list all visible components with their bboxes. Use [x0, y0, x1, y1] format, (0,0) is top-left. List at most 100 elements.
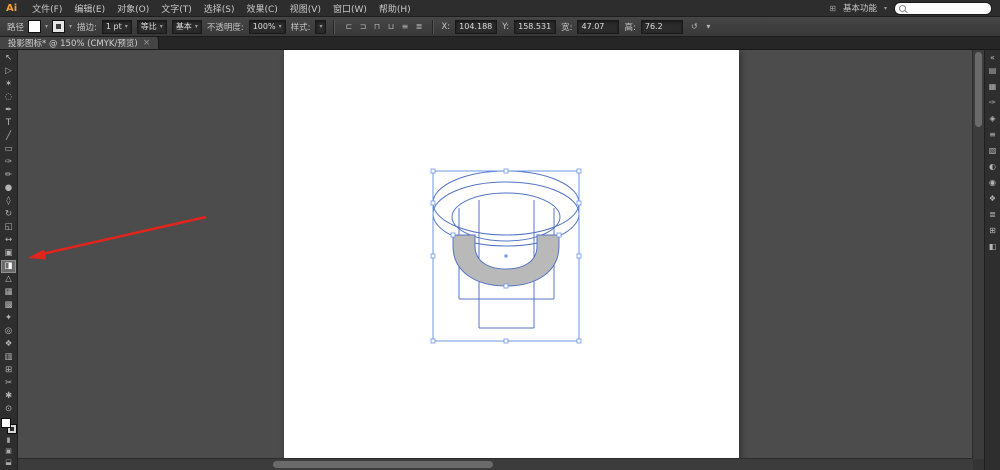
- vertical-scrollbar-thumb[interactable]: [975, 52, 982, 127]
- gradient-panel-icon[interactable]: ▧: [986, 143, 999, 159]
- expand-panels-button[interactable]: «: [990, 52, 995, 63]
- artwork-selection[interactable]: [284, 50, 739, 459]
- rectangle-tool[interactable]: ▭: [1, 143, 16, 156]
- control-panel-menu-icon[interactable]: ▾: [702, 20, 715, 33]
- menu-item[interactable]: 选择(S): [198, 2, 241, 15]
- stroke-weight-field[interactable]: 1 pt ▾: [102, 20, 132, 34]
- menu-item[interactable]: 帮助(H): [373, 2, 417, 15]
- menu-item[interactable]: 文件(F): [26, 2, 68, 15]
- menu-item[interactable]: 效果(C): [240, 2, 283, 15]
- line-segment-tool[interactable]: ╱: [1, 130, 16, 143]
- x-field[interactable]: 104.188: [455, 20, 497, 34]
- document-tab[interactable]: 投影图标* @ 150% (CMYK/预览) ×: [0, 37, 159, 49]
- pen-tool[interactable]: ✒: [1, 104, 16, 117]
- graphic-styles-panel-icon[interactable]: ❖: [986, 191, 999, 207]
- tool-glyph: ✱: [5, 391, 12, 401]
- panel-glyph: ≣: [989, 210, 996, 219]
- hand-tool[interactable]: ✱: [1, 390, 16, 403]
- column-graph-tool[interactable]: ▥: [1, 351, 16, 364]
- magic-wand-tool[interactable]: ✶: [1, 78, 16, 91]
- blob-brush-tool[interactable]: ●: [1, 182, 16, 195]
- lasso-tool[interactable]: ◌: [1, 91, 16, 104]
- free-transform-tool[interactable]: ▣: [1, 247, 16, 260]
- perspective-grid-tool[interactable]: △: [1, 273, 16, 286]
- eraser-tool[interactable]: ◊: [1, 195, 16, 208]
- separator: [432, 20, 434, 34]
- menu-item[interactable]: 视图(V): [284, 2, 327, 15]
- swatches-panel-icon[interactable]: ▦: [986, 79, 999, 95]
- screen-mode-icon[interactable]: ⬓: [5, 458, 12, 466]
- symbols-panel-icon[interactable]: ◈: [986, 111, 999, 127]
- direct-selection-tool[interactable]: ▷: [1, 65, 16, 78]
- tool-glyph: ◎: [5, 326, 12, 336]
- transparency-panel-icon[interactable]: ◐: [986, 159, 999, 175]
- stroke-panel-icon[interactable]: ≡: [986, 127, 999, 143]
- slice-tool[interactable]: ✂: [1, 377, 16, 390]
- fill-stroke-control[interactable]: [2, 419, 16, 433]
- mesh-tool[interactable]: ▦: [1, 286, 16, 299]
- paintbrush-tool[interactable]: ✑: [1, 156, 16, 169]
- distribute-vertical-icon[interactable]: ≣: [412, 20, 425, 33]
- symbol-sprayer-tool[interactable]: ❖: [1, 338, 16, 351]
- vertical-scrollbar[interactable]: [972, 50, 984, 459]
- artboards-panel-icon[interactable]: ⊞: [986, 223, 999, 239]
- color-mode-icon[interactable]: ▮: [7, 436, 11, 444]
- gray-ring-segment[interactable]: [453, 235, 559, 286]
- menu-item[interactable]: 编辑(E): [68, 2, 111, 15]
- gradient-tool[interactable]: ▩: [1, 299, 16, 312]
- width-value: 47.07: [581, 22, 604, 31]
- color-panel-icon[interactable]: ▤: [986, 63, 999, 79]
- selection-tool[interactable]: ↖: [1, 52, 16, 65]
- opacity-field[interactable]: 100% ▾: [249, 20, 286, 34]
- align-right-icon[interactable]: ⊐: [356, 20, 369, 33]
- eyedropper-tool[interactable]: ✦: [1, 312, 16, 325]
- blend-tool[interactable]: ◎: [1, 325, 16, 338]
- type-tool[interactable]: T: [1, 117, 16, 130]
- distribute-horizontal-icon[interactable]: ≡: [398, 20, 411, 33]
- menu-item[interactable]: 对象(O): [111, 2, 155, 15]
- width-field[interactable]: 47.07: [577, 20, 619, 34]
- document-tab-title: 投影图标* @ 150% (CMYK/预览): [8, 37, 138, 49]
- width-profile-dropdown[interactable]: 等比 ▾: [137, 20, 167, 34]
- draw-mode-icon[interactable]: ▣: [5, 447, 12, 455]
- stroke-caret-icon[interactable]: ▾: [69, 23, 72, 30]
- align-top-icon[interactable]: ⊓: [370, 20, 383, 33]
- stroke-color-swatch[interactable]: [53, 21, 64, 32]
- menubar-right: ⊞ 基本功能 ▾: [829, 2, 1000, 15]
- style-dropdown[interactable]: ▾: [315, 20, 326, 34]
- object-center-point: [505, 255, 508, 258]
- fill-color-swatch[interactable]: [29, 21, 40, 32]
- fill-proxy-swatch[interactable]: [2, 419, 10, 427]
- appearance-panel-icon[interactable]: ◉: [986, 175, 999, 191]
- tool-glyph: ⊞: [5, 365, 12, 375]
- artboard-tool[interactable]: ⊞: [1, 364, 16, 377]
- search-input[interactable]: [894, 2, 992, 15]
- fill-caret-icon[interactable]: ▾: [45, 23, 48, 30]
- height-field[interactable]: 76.2: [641, 20, 683, 34]
- selection-handles[interactable]: [431, 169, 581, 343]
- align-left-icon[interactable]: ⊏: [342, 20, 355, 33]
- menu-item[interactable]: 文字(T): [155, 2, 198, 15]
- tool-glyph: ◊: [6, 196, 10, 206]
- menu-item[interactable]: 窗口(W): [327, 2, 373, 15]
- scale-tool[interactable]: ◱: [1, 221, 16, 234]
- scrollbar-corner: [973, 459, 984, 470]
- y-field[interactable]: 158.531: [514, 20, 556, 34]
- align-bottom-icon[interactable]: ⊔: [384, 20, 397, 33]
- layers-panel-icon[interactable]: ≣: [986, 207, 999, 223]
- pencil-tool[interactable]: ✏: [1, 169, 16, 182]
- brushes-panel-icon[interactable]: ✑: [986, 95, 999, 111]
- y-value: 158.531: [518, 22, 551, 31]
- transform-menu-icon[interactable]: ↺: [688, 20, 701, 33]
- horizontal-scrollbar[interactable]: [18, 458, 973, 470]
- width-tool[interactable]: ↔: [1, 234, 16, 247]
- rotate-tool[interactable]: ↻: [1, 208, 16, 221]
- brush-definition-dropdown[interactable]: 基本 ▾: [172, 20, 202, 34]
- panel-glyph: ≡: [989, 130, 996, 139]
- close-icon[interactable]: ×: [143, 39, 151, 48]
- zoom-tool[interactable]: ⊙: [1, 403, 16, 416]
- canvas[interactable]: [18, 50, 984, 470]
- workspace-switcher[interactable]: 基本功能: [843, 2, 877, 14]
- pathfinder-panel-icon[interactable]: ◧: [986, 239, 999, 255]
- shape-builder-tool[interactable]: ◨: [1, 260, 16, 273]
